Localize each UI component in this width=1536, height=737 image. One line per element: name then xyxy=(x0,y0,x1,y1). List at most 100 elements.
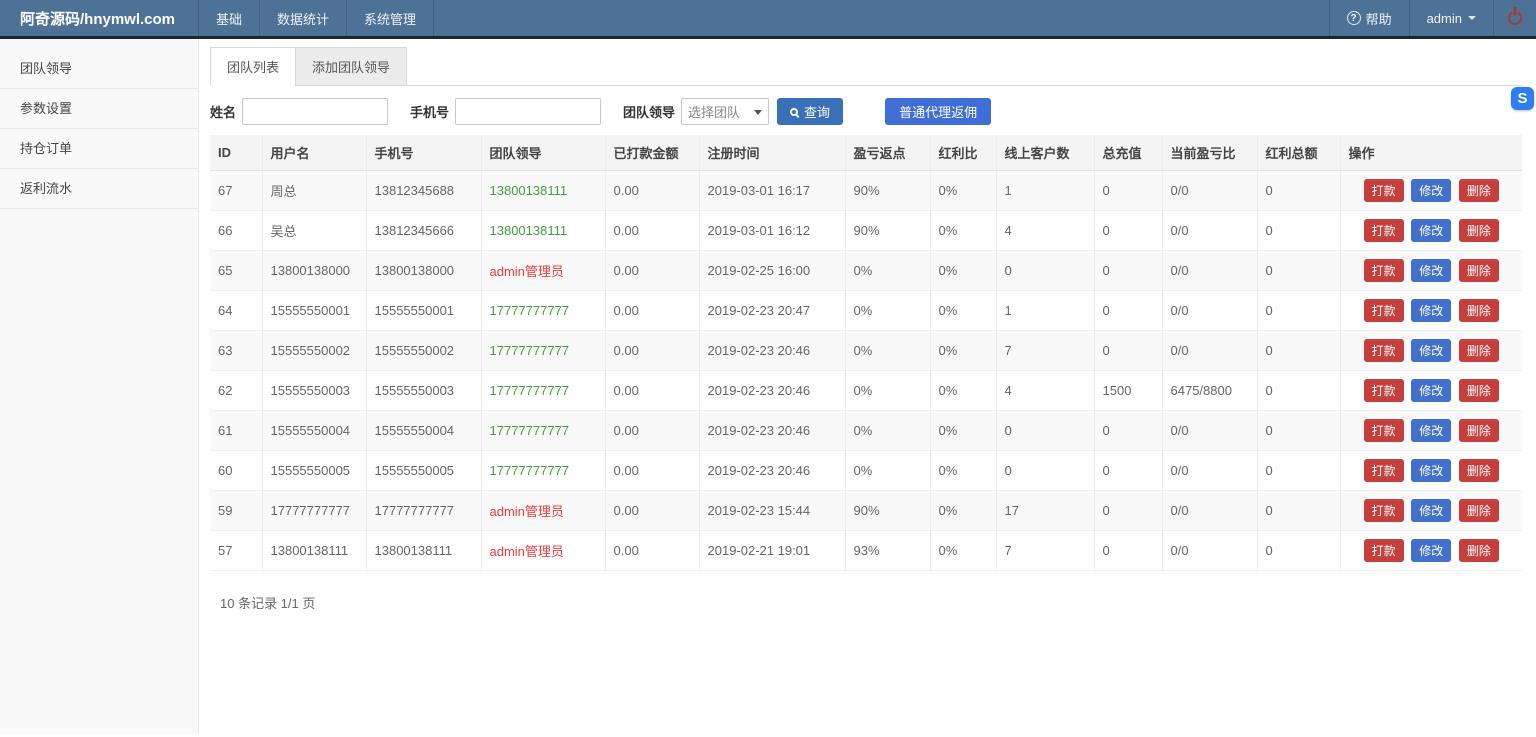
phone-input[interactable] xyxy=(455,98,601,125)
cell-current-pl: 6475/8800 xyxy=(1162,371,1257,411)
edit-button[interactable]: 修改 xyxy=(1411,539,1451,562)
sidebar: 团队领导 参数设置 持仓订单 返利流水 xyxy=(0,39,199,734)
pay-button[interactable]: 打款 xyxy=(1364,499,1404,522)
cell-username: 周总 xyxy=(262,171,366,211)
tab-add-team-leader[interactable]: 添加团队领导 xyxy=(296,47,407,85)
delete-button[interactable]: 删除 xyxy=(1459,179,1499,202)
cell-team-leader: admin管理员 xyxy=(481,531,605,571)
cell-online-clients: 1 xyxy=(996,171,1094,211)
corner-logo-badge-icon[interactable]: S xyxy=(1511,87,1534,110)
pay-button[interactable]: 打款 xyxy=(1364,219,1404,242)
cell-pl-rebate: 0% xyxy=(845,291,930,331)
delete-button[interactable]: 删除 xyxy=(1459,459,1499,482)
agent-rebate-button[interactable]: 普通代理返佣 xyxy=(885,98,991,125)
col-total-recharge: 总充值 xyxy=(1094,135,1162,171)
pay-button[interactable]: 打款 xyxy=(1364,299,1404,322)
cell-paid-amount: 0.00 xyxy=(605,451,699,491)
cell-register-time: 2019-02-23 20:46 xyxy=(699,331,845,371)
tab-bar: 团队列表 添加团队领导 xyxy=(210,47,1522,86)
delete-button[interactable]: 删除 xyxy=(1459,419,1499,442)
cell-phone: 13812345666 xyxy=(366,211,481,251)
delete-button[interactable]: 删除 xyxy=(1459,259,1499,282)
help-button[interactable]: ? 帮助 xyxy=(1329,0,1409,36)
cell-phone: 13800138000 xyxy=(366,251,481,291)
cell-online-clients: 0 xyxy=(996,451,1094,491)
sidebar-item-team-leader[interactable]: 团队领导 xyxy=(0,49,198,89)
user-label: admin xyxy=(1427,11,1462,26)
cell-bonus-ratio: 0% xyxy=(930,251,996,291)
delete-button[interactable]: 删除 xyxy=(1459,219,1499,242)
cell-current-pl: 0/0 xyxy=(1162,411,1257,451)
cell-paid-amount: 0.00 xyxy=(605,411,699,451)
cell-online-clients: 0 xyxy=(996,251,1094,291)
main-menu: 基础 数据统计 系统管理 xyxy=(199,0,434,36)
name-input[interactable] xyxy=(242,98,388,125)
edit-button[interactable]: 修改 xyxy=(1411,219,1451,242)
cell-team-leader: 17777777777 xyxy=(481,331,605,371)
pay-button[interactable]: 打款 xyxy=(1364,179,1404,202)
cell-id: 66 xyxy=(210,211,262,251)
edit-button[interactable]: 修改 xyxy=(1411,339,1451,362)
cell-actions: 打款 修改 删除 xyxy=(1340,251,1522,291)
cell-id: 65 xyxy=(210,251,262,291)
pay-button[interactable]: 打款 xyxy=(1364,259,1404,282)
delete-button[interactable]: 删除 xyxy=(1459,539,1499,562)
cell-bonus-total: 0 xyxy=(1257,491,1340,531)
sidebar-item-rebate-flow[interactable]: 返利流水 xyxy=(0,169,198,209)
cell-actions: 打款 修改 删除 xyxy=(1340,331,1522,371)
table-row: 63 15555550002 15555550002 17777777777 0… xyxy=(210,331,1522,371)
select-caret-icon xyxy=(754,110,762,115)
table-row: 61 15555550004 15555550004 17777777777 0… xyxy=(210,411,1522,451)
delete-button[interactable]: 删除 xyxy=(1459,499,1499,522)
cell-team-leader: 17777777777 xyxy=(481,451,605,491)
team-select[interactable]: 选择团队 xyxy=(681,98,769,125)
delete-button[interactable]: 删除 xyxy=(1459,339,1499,362)
edit-button[interactable]: 修改 xyxy=(1411,419,1451,442)
edit-button[interactable]: 修改 xyxy=(1411,299,1451,322)
cell-bonus-total: 0 xyxy=(1257,251,1340,291)
edit-button[interactable]: 修改 xyxy=(1411,459,1451,482)
cell-online-clients: 4 xyxy=(996,211,1094,251)
col-actions: 操作 xyxy=(1340,135,1522,171)
edit-button[interactable]: 修改 xyxy=(1411,179,1451,202)
cell-bonus-total: 0 xyxy=(1257,291,1340,331)
cell-bonus-ratio: 0% xyxy=(930,491,996,531)
edit-button[interactable]: 修改 xyxy=(1411,379,1451,402)
delete-button[interactable]: 删除 xyxy=(1459,379,1499,402)
search-button[interactable]: 查询 xyxy=(777,98,843,125)
cell-online-clients: 4 xyxy=(996,371,1094,411)
cell-bonus-ratio: 0% xyxy=(930,171,996,211)
pay-button[interactable]: 打款 xyxy=(1364,339,1404,362)
cell-username: 15555550005 xyxy=(262,451,366,491)
cell-bonus-total: 0 xyxy=(1257,331,1340,371)
sidebar-item-position-orders[interactable]: 持仓订单 xyxy=(0,129,198,169)
menu-item-system[interactable]: 系统管理 xyxy=(347,0,434,36)
edit-button[interactable]: 修改 xyxy=(1411,259,1451,282)
menu-item-statistics[interactable]: 数据统计 xyxy=(260,0,347,36)
name-filter-label: 姓名 xyxy=(210,102,236,121)
pay-button[interactable]: 打款 xyxy=(1364,539,1404,562)
cell-id: 64 xyxy=(210,291,262,331)
page-body: 团队领导 参数设置 持仓订单 返利流水 S 团队列表 添加团队领导 姓名 手机号… xyxy=(0,39,1536,734)
pay-button[interactable]: 打款 xyxy=(1364,459,1404,482)
cell-register-time: 2019-02-23 20:46 xyxy=(699,411,845,451)
edit-button[interactable]: 修改 xyxy=(1411,499,1451,522)
cell-bonus-ratio: 0% xyxy=(930,371,996,411)
col-phone: 手机号 xyxy=(366,135,481,171)
table-row: 65 13800138000 13800138000 admin管理员 0.00… xyxy=(210,251,1522,291)
sidebar-item-parameters[interactable]: 参数设置 xyxy=(0,89,198,129)
col-username: 用户名 xyxy=(262,135,366,171)
cell-team-leader: admin管理员 xyxy=(481,491,605,531)
pay-button[interactable]: 打款 xyxy=(1364,419,1404,442)
tab-team-list[interactable]: 团队列表 xyxy=(210,47,296,85)
logout-button[interactable] xyxy=(1493,0,1536,36)
power-icon xyxy=(1508,11,1522,25)
menu-item-basic[interactable]: 基础 xyxy=(199,0,260,36)
delete-button[interactable]: 删除 xyxy=(1459,299,1499,322)
user-dropdown[interactable]: admin xyxy=(1409,0,1493,36)
cell-online-clients: 0 xyxy=(996,411,1094,451)
cell-team-leader: 17777777777 xyxy=(481,411,605,451)
cell-paid-amount: 0.00 xyxy=(605,251,699,291)
cell-id: 61 xyxy=(210,411,262,451)
pay-button[interactable]: 打款 xyxy=(1364,379,1404,402)
